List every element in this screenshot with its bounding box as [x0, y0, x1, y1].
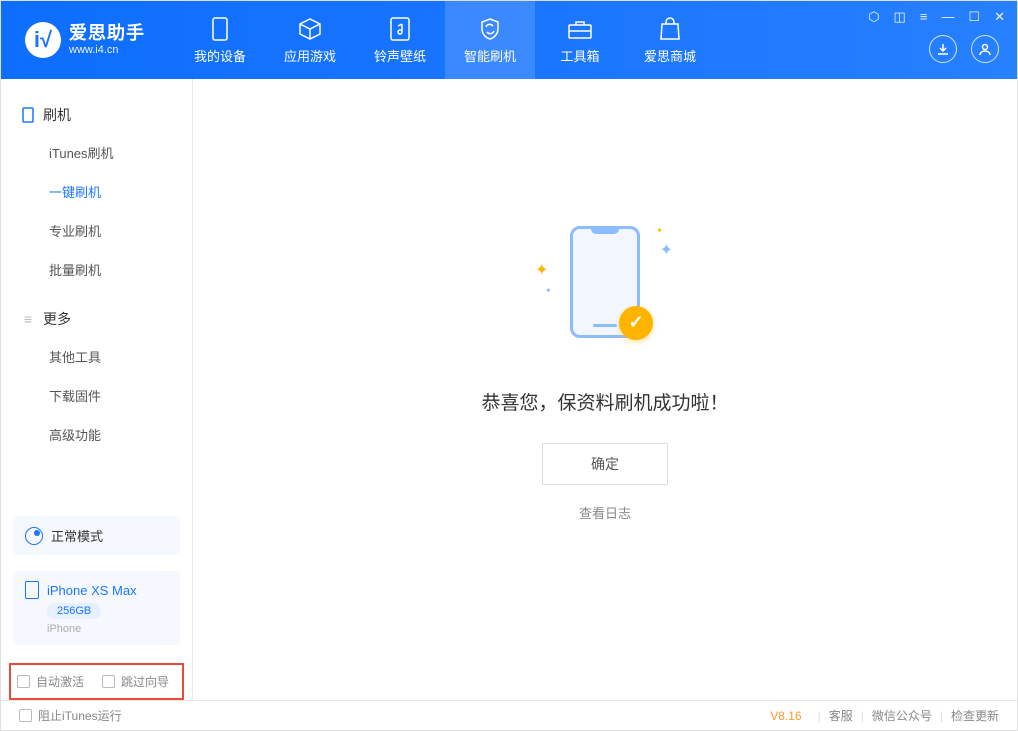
- sidebar-item-download-firmware[interactable]: 下载固件: [1, 376, 192, 415]
- window-controls: ⬡ ◫ ≡ — ☐ ✕: [868, 9, 1005, 25]
- confirm-button[interactable]: 确定: [542, 443, 668, 485]
- footer-right: V8.16 | 客服 | 微信公众号 | 检查更新: [770, 707, 999, 724]
- view-log-link[interactable]: 查看日志: [579, 503, 631, 522]
- nav-label: 应用游戏: [284, 46, 336, 65]
- sidebar-item-other-tools[interactable]: 其他工具: [1, 337, 192, 376]
- separator: |: [940, 709, 943, 723]
- nav-tab-flash[interactable]: 智能刷机: [445, 1, 535, 79]
- version-label: V8.16: [770, 709, 801, 723]
- nav-label: 爱思商城: [644, 46, 696, 65]
- checkbox-block-itunes[interactable]: 阻止iTunes运行: [19, 707, 122, 724]
- checkbox-label: 自动激活: [36, 673, 84, 690]
- nav-tabs: 我的设备 应用游戏 铃声壁纸 智能刷机 工具箱 爱思商城: [175, 1, 715, 79]
- logo-icon: i√: [25, 22, 61, 58]
- footer-link-wechat[interactable]: 微信公众号: [872, 707, 932, 724]
- nav-label: 工具箱: [560, 46, 599, 65]
- phone-icon: [207, 16, 233, 42]
- checkbox-icon: [19, 709, 32, 722]
- device-card[interactable]: iPhone XS Max 256GB iPhone: [13, 571, 180, 645]
- separator: |: [861, 709, 864, 723]
- shirt-icon[interactable]: ⬡: [868, 9, 879, 25]
- logo-text: 爱思助手 www.i4.cn: [69, 23, 145, 58]
- sparkle-icon: ✦: [535, 260, 548, 280]
- device-name-row: iPhone XS Max: [25, 581, 137, 599]
- nav-label: 智能刷机: [464, 46, 516, 65]
- group-title: 更多: [43, 309, 71, 329]
- nav-label: 铃声壁纸: [374, 46, 426, 65]
- download-icon[interactable]: [929, 35, 957, 63]
- sidebar-group-more: ≡ 更多: [1, 301, 192, 337]
- body: 刷机 iTunes刷机 一键刷机 专业刷机 批量刷机 ≡ 更多 其他工具 下载固…: [1, 79, 1017, 700]
- lock-icon[interactable]: ◫: [894, 9, 906, 25]
- minimize-button[interactable]: —: [941, 9, 954, 25]
- menu-icon[interactable]: ≡: [920, 9, 928, 25]
- app-subtitle: www.i4.cn: [69, 44, 145, 57]
- sidebar-item-itunes-flash[interactable]: iTunes刷机: [1, 133, 192, 172]
- mode-dot-icon: [25, 527, 43, 545]
- cube-icon: [297, 16, 323, 42]
- mode-card[interactable]: 正常模式: [13, 516, 180, 555]
- sidebar-item-advanced[interactable]: 高级功能: [1, 415, 192, 454]
- nav-tab-store[interactable]: 爱思商城: [625, 1, 715, 79]
- app-title: 爱思助手: [69, 23, 145, 45]
- list-icon: ≡: [21, 312, 35, 326]
- nav-tab-toolbox[interactable]: 工具箱: [535, 1, 625, 79]
- checkbox-icon: [17, 675, 30, 688]
- checkbox-auto-activate[interactable]: 自动激活: [17, 673, 84, 690]
- checkbox-icon: [102, 675, 115, 688]
- nav-label: 我的设备: [194, 46, 246, 65]
- sidebar-item-pro-flash[interactable]: 专业刷机: [1, 211, 192, 250]
- nav-tab-apps[interactable]: 应用游戏: [265, 1, 355, 79]
- user-icon[interactable]: [971, 35, 999, 63]
- checkbox-skip-guide[interactable]: 跳过向导: [102, 673, 169, 690]
- checkbox-label: 跳过向导: [121, 673, 169, 690]
- logo[interactable]: i√ 爱思助手 www.i4.cn: [1, 22, 165, 58]
- bag-icon: [657, 16, 683, 42]
- mode-label: 正常模式: [51, 526, 103, 545]
- check-badge-icon: ✓: [619, 306, 653, 340]
- phone-small-icon: [21, 108, 35, 122]
- header-right-icons: [929, 35, 999, 63]
- success-illustration: ✦ ✦ ✦ ✦ ✓: [525, 218, 685, 358]
- device-storage-badge: 256GB: [47, 603, 101, 619]
- maximize-button[interactable]: ☐: [968, 9, 980, 25]
- device-type: iPhone: [47, 623, 81, 635]
- group-title: 刷机: [43, 105, 71, 125]
- nav-tab-ringtones[interactable]: 铃声壁纸: [355, 1, 445, 79]
- separator: |: [818, 709, 821, 723]
- toolbox-icon: [567, 16, 593, 42]
- main-content: ✦ ✦ ✦ ✦ ✓ 恭喜您，保资料刷机成功啦！ 确定 查看日志: [193, 79, 1017, 700]
- sparkle-icon: ✦: [656, 226, 663, 235]
- footer-link-update[interactable]: 检查更新: [951, 707, 999, 724]
- sidebar-group-flash: 刷机: [1, 97, 192, 133]
- sidebar: 刷机 iTunes刷机 一键刷机 专业刷机 批量刷机 ≡ 更多 其他工具 下载固…: [1, 79, 193, 700]
- close-button[interactable]: ✕: [994, 9, 1005, 25]
- sidebar-item-oneclick-flash[interactable]: 一键刷机: [1, 172, 192, 211]
- footer: 阻止iTunes运行 V8.16 | 客服 | 微信公众号 | 检查更新: [1, 700, 1017, 730]
- sparkle-icon: ✦: [660, 240, 673, 260]
- footer-link-support[interactable]: 客服: [829, 707, 853, 724]
- sidebar-item-batch-flash[interactable]: 批量刷机: [1, 250, 192, 289]
- device-phone-icon: [25, 581, 39, 599]
- nav-tab-device[interactable]: 我的设备: [175, 1, 265, 79]
- header: i√ 爱思助手 www.i4.cn 我的设备 应用游戏 铃声壁纸 智能刷机 工具…: [1, 1, 1017, 79]
- device-name: iPhone XS Max: [47, 583, 137, 598]
- success-message: 恭喜您，保资料刷机成功啦！: [481, 388, 728, 415]
- sparkle-icon: ✦: [545, 286, 552, 295]
- music-file-icon: [387, 16, 413, 42]
- options-highlighted-box: 自动激活 跳过向导: [9, 663, 184, 700]
- refresh-shield-icon: [477, 16, 503, 42]
- checkbox-label: 阻止iTunes运行: [38, 707, 122, 724]
